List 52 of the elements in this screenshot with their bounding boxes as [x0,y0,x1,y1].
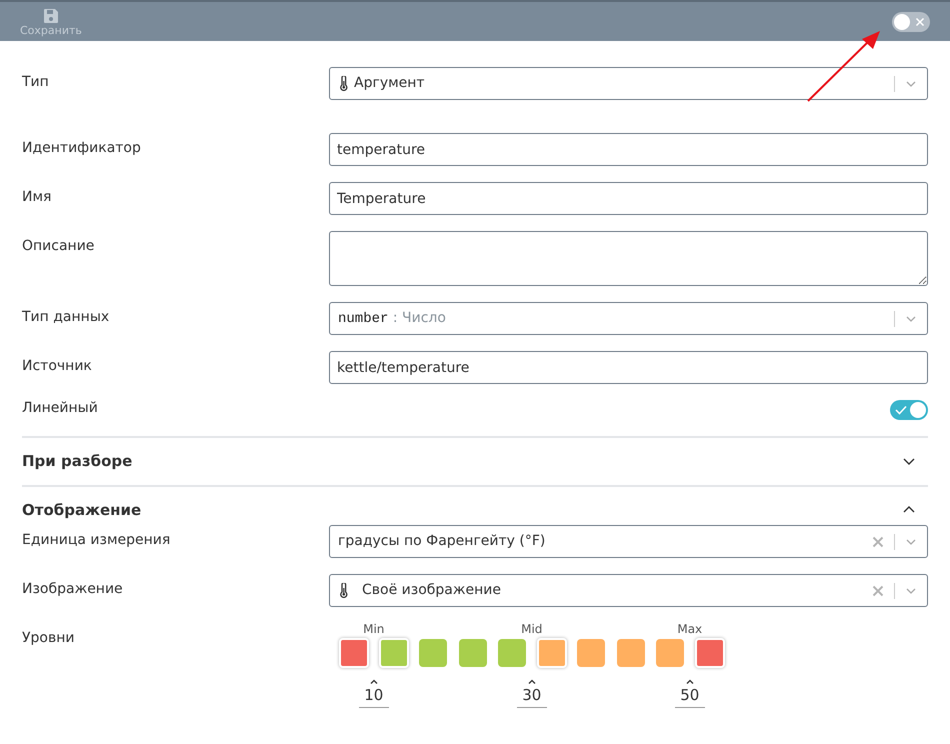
chevron-down-icon [905,538,917,546]
text-field[interactable]: Temperature [329,182,928,215]
field-label: Идентификатор [22,139,142,157]
color-swatch[interactable] [378,638,408,668]
threshold-label: Max [677,623,702,638]
section-header[interactable]: При разборе [22,436,928,484]
toggle-switch[interactable] [892,12,930,32]
field-label: Имя [22,188,52,206]
caret-up-icon [370,679,378,684]
threshold-field[interactable]: 10 [358,684,389,708]
thermometer-icon [338,76,350,91]
color-swatch[interactable] [536,638,566,668]
threshold-label: Min [363,623,384,638]
clear-icon [872,584,884,596]
field-label: Тип данных [22,308,110,326]
select-field[interactable]: Аргумент [329,67,928,100]
caret-up-icon [686,679,694,684]
select-field[interactable]: градусы по Фаренгейту (°F) [329,525,928,558]
chevron-down-icon [905,314,917,322]
chevron-down-icon [905,586,917,594]
check-icon [895,405,907,415]
field-label: Изображение [22,580,124,598]
color-swatch[interactable] [419,639,447,667]
chevron-down-icon [905,80,917,88]
color-swatch[interactable] [656,639,684,667]
select-field[interactable]: Своё изображение [329,574,928,607]
color-swatch[interactable] [694,638,724,668]
text-area[interactable] [329,231,928,286]
close-icon [915,16,925,26]
field-label: Источник [22,357,93,375]
toggle-switch[interactable] [890,400,928,420]
text-field[interactable]: temperature [329,133,928,166]
field-label: Тип [22,73,50,91]
clear-icon [872,536,884,548]
field-label: Уровни [22,629,76,647]
chevron-up-icon [902,505,916,514]
color-swatch[interactable] [498,639,526,667]
text-field[interactable]: kettle/temperature [329,351,928,384]
field-label: Линейный [22,400,99,417]
field-label: Описание [22,237,96,255]
color-swatch[interactable] [577,639,605,667]
color-swatch[interactable] [458,639,486,667]
select-field[interactable]: number : Число [329,302,928,335]
color-swatch[interactable] [616,639,644,667]
thermometer-icon [338,583,350,598]
color-swatch[interactable] [339,638,369,668]
field-label: Единица измерения [22,531,172,549]
threshold-field[interactable]: 50 [674,684,705,708]
chevron-down-icon [902,456,916,466]
threshold-field[interactable]: 30 [516,684,547,708]
threshold-label: Mid [521,623,542,638]
caret-up-icon [528,679,536,684]
